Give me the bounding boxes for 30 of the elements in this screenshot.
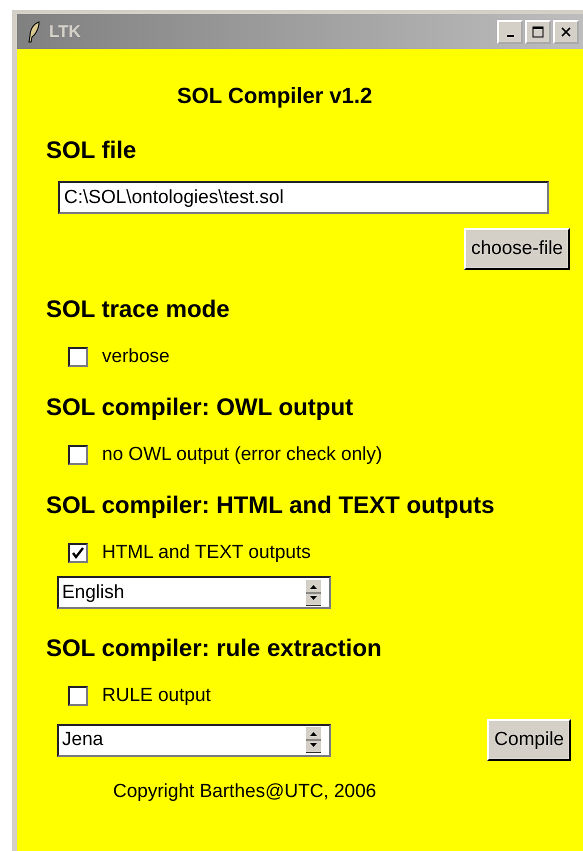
checkbox-label[interactable]: no OWL output (error check only) <box>102 444 382 466</box>
app-heading: SOL Compiler v1.2 <box>177 83 374 109</box>
spin-arrows-icon[interactable] <box>306 580 321 606</box>
maximize-icon <box>532 26 544 38</box>
maximize-button[interactable] <box>525 20 551 44</box>
checkbox[interactable] <box>68 347 88 367</box>
section-title: SOL compiler: rule extraction <box>46 635 383 663</box>
checkbox-label[interactable]: RULE output <box>102 685 211 707</box>
checkbox[interactable] <box>68 445 88 465</box>
checkbox-label[interactable]: verbose <box>102 346 170 368</box>
minimize-button[interactable] <box>497 20 523 44</box>
spinbox[interactable]: Jena <box>57 724 331 756</box>
minimize-icon <box>506 34 514 36</box>
checkbox[interactable] <box>68 686 88 706</box>
feather-icon <box>27 20 41 42</box>
spinbox[interactable]: English <box>57 576 331 609</box>
section-title: SOL file <box>46 137 138 165</box>
file-path-field[interactable]: C:\SOL\ontologies\test.sol <box>58 181 549 214</box>
close-icon <box>561 26 571 36</box>
compile-button[interactable]: Compile <box>487 719 571 761</box>
section-title: SOL trace mode <box>46 296 231 324</box>
close-button[interactable] <box>553 20 579 44</box>
spin-arrows-icon[interactable] <box>306 727 321 753</box>
window-title: LTK <box>49 22 81 42</box>
choose-file-button[interactable]: choose-file <box>464 228 570 270</box>
checkbox-label[interactable]: HTML and TEXT outputs <box>102 542 311 564</box>
section-title: SOL compiler: HTML and TEXT outputs <box>46 492 496 520</box>
section-title: SOL compiler: OWL output <box>46 394 354 422</box>
checkbox[interactable] <box>68 543 88 563</box>
copyright-text: Copyright Barthes@UTC, 2006 <box>113 781 378 803</box>
